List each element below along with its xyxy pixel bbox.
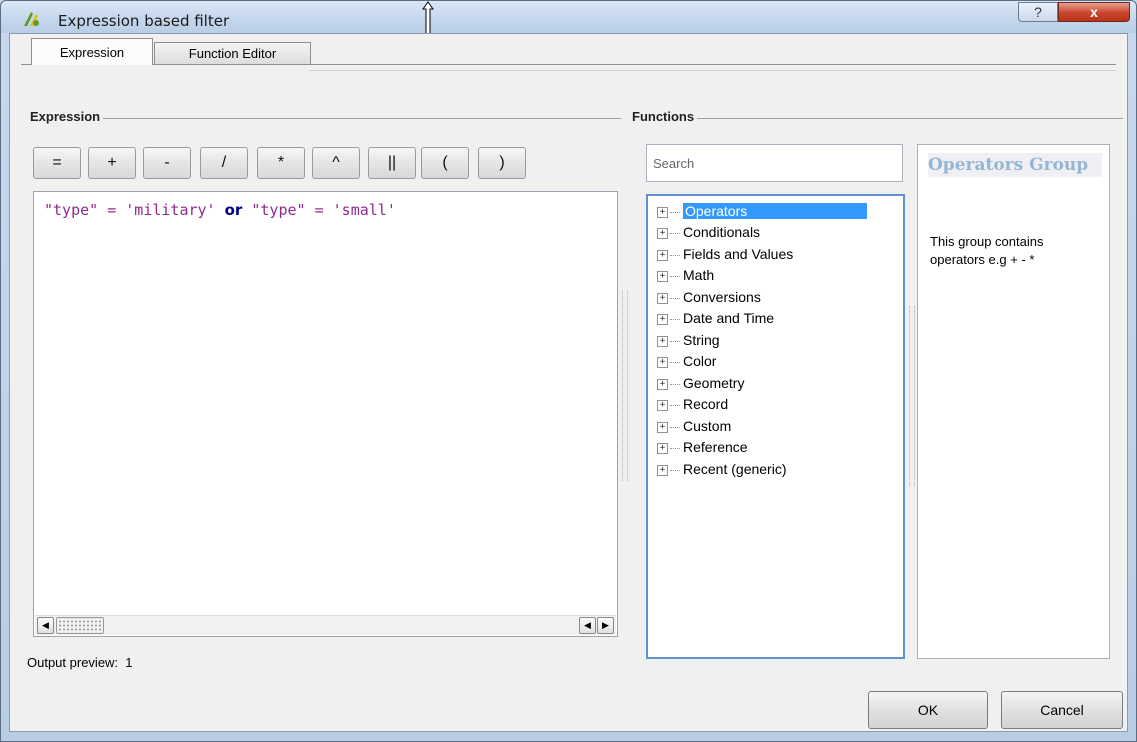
plus-operator-button[interactable]: + xyxy=(88,147,136,179)
scroll-right-arrow-icon[interactable]: ▶ xyxy=(597,617,614,634)
tree-item-custom[interactable]: + Custom xyxy=(657,417,731,437)
tree-item-recent-generic[interactable]: + Recent (generic) xyxy=(657,460,787,480)
functions-group-title: Functions xyxy=(632,109,698,124)
expand-icon[interactable]: + xyxy=(657,356,668,368)
concat-operator-button[interactable]: || xyxy=(368,147,416,179)
output-preview-label: Output preview: xyxy=(27,655,119,670)
tree-item-string[interactable]: + String xyxy=(657,331,720,351)
tab-expression[interactable]: Expression xyxy=(31,38,153,65)
expand-icon[interactable]: + xyxy=(657,227,668,239)
minus-operator-button[interactable]: - xyxy=(143,147,191,179)
tree-item-operators[interactable]: + Operators xyxy=(657,202,868,222)
tree-item-math[interactable]: + Math xyxy=(657,266,714,286)
close-button[interactable]: x xyxy=(1058,2,1130,22)
power-operator-button[interactable]: ^ xyxy=(312,147,360,179)
expand-icon[interactable]: + xyxy=(657,292,668,304)
function-search-input[interactable] xyxy=(646,144,903,182)
function-help-panel: Operators Group This group contains oper… xyxy=(917,144,1110,659)
dialog-window: Expression based filter ? x Expression F… xyxy=(0,0,1137,742)
expression-part-2: "type" = 'small' xyxy=(251,201,396,219)
expression-code: "type" = 'military' or "type" = 'small' xyxy=(44,201,396,219)
expand-icon[interactable]: + xyxy=(657,206,668,218)
open-paren-button[interactable]: ( xyxy=(421,147,469,179)
qgis-logo-icon xyxy=(24,12,39,26)
expand-icon[interactable]: + xyxy=(657,399,668,411)
tree-item-color[interactable]: + Color xyxy=(657,352,716,372)
tree-item-date-and-time[interactable]: + Date and Time xyxy=(657,309,774,329)
title-bar[interactable]: Expression based filter ? x xyxy=(1,1,1136,45)
expand-icon[interactable]: + xyxy=(657,249,668,261)
tree-item-geometry[interactable]: + Geometry xyxy=(657,374,744,394)
scrollbar-thumb[interactable] xyxy=(56,617,104,634)
expression-keyword-or: or xyxy=(224,201,243,219)
multiply-operator-button[interactable]: * xyxy=(257,147,305,179)
window-title: Expression based filter xyxy=(58,12,230,30)
function-tree[interactable]: + Operators + Conditionals + Fields and Val… xyxy=(646,194,905,659)
close-paren-button[interactable]: ) xyxy=(478,147,526,179)
expand-icon[interactable]: + xyxy=(657,421,668,433)
splitter-handle-2[interactable] xyxy=(909,306,915,486)
tree-item-fields-and-values[interactable]: + Fields and Values xyxy=(657,245,793,265)
tree-item-record[interactable]: + Record xyxy=(657,395,728,415)
output-preview: Output preview: 1 xyxy=(27,655,133,670)
splitter-handle[interactable] xyxy=(622,291,628,481)
expand-icon[interactable]: + xyxy=(657,335,668,347)
expression-editor[interactable]: "type" = 'military' or "type" = 'small' … xyxy=(33,191,618,637)
tree-item-reference[interactable]: + Reference xyxy=(657,438,748,458)
help-title: Operators Group xyxy=(928,153,1102,177)
output-preview-value: 1 xyxy=(125,655,133,670)
scroll-left-arrow-icon[interactable]: ◀ xyxy=(37,617,54,634)
expression-part-1: "type" = 'military' xyxy=(44,201,216,219)
expand-icon[interactable]: + xyxy=(657,442,668,454)
tree-item-conversions[interactable]: + Conversions xyxy=(657,288,761,308)
equals-operator-button[interactable]: = xyxy=(33,147,81,179)
tree-item-conditionals[interactable]: + Conditionals xyxy=(657,223,760,243)
divide-operator-button[interactable]: / xyxy=(200,147,248,179)
expand-icon[interactable]: + xyxy=(657,270,668,282)
functions-group-rule xyxy=(633,118,1123,119)
expression-group-rule xyxy=(31,118,621,119)
tab-bar-border-inner xyxy=(309,70,1116,71)
help-button[interactable]: ? xyxy=(1018,2,1058,22)
horizontal-scrollbar[interactable]: ◀ ◀ ▶ xyxy=(35,615,616,635)
tab-function-editor[interactable]: Function Editor xyxy=(154,42,311,64)
expression-group-title: Expression xyxy=(30,109,104,124)
expand-icon[interactable]: + xyxy=(657,378,668,390)
expand-icon[interactable]: + xyxy=(657,464,668,476)
tab-bar-border xyxy=(21,64,1116,65)
help-body: This group contains operators e.g + - * xyxy=(930,234,1044,267)
scroll-left-arrow-icon-2[interactable]: ◀ xyxy=(579,617,596,634)
cancel-button[interactable]: Cancel xyxy=(1001,691,1123,729)
expand-icon[interactable]: + xyxy=(657,313,668,325)
ok-button[interactable]: OK xyxy=(868,691,988,729)
